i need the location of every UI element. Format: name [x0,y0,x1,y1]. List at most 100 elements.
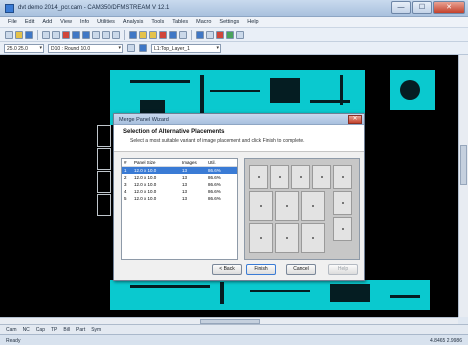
grid-icon[interactable] [169,30,177,39]
layer-icon[interactable] [129,30,137,39]
menu-help[interactable]: Help [247,19,258,25]
toolbar-separator [37,29,38,40]
menu-tools[interactable]: Tools [151,19,164,25]
chevron-down-icon: ▾ [118,44,121,51]
row-size: 12.0 x 10.0 [134,168,157,173]
coordinate-value: 25.0 25.0 [7,45,28,52]
column-header-num[interactable]: # [122,160,132,165]
help-button[interactable]: Help [328,264,358,275]
table-row[interactable]: 1 12.0 x 10.0 13 86.6% [122,167,237,174]
dialog-header: Selection of Alternative Placements Sele… [114,125,364,152]
zoom-out-icon[interactable] [82,30,90,39]
table-row[interactable]: 2 12.0 x 10.0 13 86.6% [122,174,237,181]
dialog-close-button[interactable]: ✕ [348,115,362,124]
table-row[interactable]: 5 12.0 x 10.0 13 86.6% [122,195,237,202]
highlight-icon[interactable] [139,30,147,39]
tab-cam[interactable]: Cam [6,327,17,333]
preview-image-cell [301,223,325,253]
preview-image-cell [333,191,352,215]
vertical-scrollbar[interactable] [458,55,468,317]
delete-icon[interactable] [159,30,167,39]
layer-select[interactable]: L1:Top_Layer_1 ▾ [151,43,221,53]
save-icon[interactable] [25,30,33,39]
horizontal-scrollbar[interactable] [0,317,458,324]
table-row[interactable]: 3 12.0 x 10.0 13 86.6% [122,181,237,188]
redraw-icon[interactable] [62,30,70,39]
menu-view[interactable]: View [60,19,72,25]
select-icon[interactable] [149,30,157,39]
row-images: 13 [182,189,188,194]
measure-icon[interactable] [179,30,187,39]
layer-value: L1:Top_Layer_1 [154,45,190,52]
pcb-trace [210,90,260,92]
layer-color-icon[interactable] [139,44,147,52]
menu-analysis[interactable]: Analysis [123,19,143,25]
print-icon[interactable] [236,30,244,39]
new-file-icon[interactable] [5,30,13,39]
panel-outline [97,148,111,170]
close-button[interactable]: ✕ [433,1,465,14]
title-bar: dvt demo 2014_pcr.cam - CAM350/DFMSTREAM… [0,0,468,17]
finish-button[interactable]: Finish [246,264,276,275]
panel-outline [97,171,111,193]
row-util: 86.6% [208,168,221,173]
menu-utilities[interactable]: Utilities [97,19,115,25]
menu-edit[interactable]: Edit [25,19,34,25]
pcb-trace [250,290,310,292]
menu-tables[interactable]: Tables [172,19,188,25]
window-controls: — ☐ ✕ [391,1,465,14]
pan-icon[interactable] [112,30,120,39]
tab-sym[interactable]: Sym [91,327,101,333]
row-num: 1 [124,168,127,173]
main-toolbar [0,28,468,42]
menu-add[interactable]: Add [42,19,52,25]
column-header-size[interactable]: Panel Size [132,160,182,165]
pcb-trace [220,282,224,304]
pcb-trace [130,80,190,83]
menu-macro[interactable]: Macro [196,19,211,25]
cut-icon[interactable] [216,30,224,39]
zoom-all-icon[interactable] [102,30,110,39]
zoom-window-icon[interactable] [92,30,100,39]
menu-info[interactable]: Info [80,19,89,25]
undo-icon[interactable] [42,30,50,39]
redo-icon[interactable] [52,30,60,39]
tab-cap[interactable]: Cap [36,327,45,333]
table-row[interactable]: 4 12.0 x 10.0 13 86.6% [122,188,237,195]
preview-image-cell [249,165,268,189]
row-num: 4 [124,189,127,194]
column-header-util[interactable]: Util. [208,160,236,165]
row-util: 86.6% [208,182,221,187]
aperture-icon[interactable] [127,44,135,52]
chevron-down-icon: ▾ [216,44,219,51]
placements-table: # Panel Size Images Util. 1 12.0 x 10.0 … [121,158,238,260]
panel-outline [97,125,111,147]
dialog-subtitle: Select a most suitable variant of image … [130,138,305,144]
copy-icon[interactable] [206,30,214,39]
menu-file[interactable]: File [8,19,17,25]
open-folder-icon[interactable] [15,30,23,39]
menu-bar: File Edit Add View Info Utilities Analys… [0,17,468,28]
tab-part[interactable]: Part [76,327,85,333]
move-icon[interactable] [196,30,204,39]
maximize-button[interactable]: ☐ [412,1,432,14]
tab-tp[interactable]: TP [51,327,57,333]
row-util: 86.6% [208,189,221,194]
scroll-thumb[interactable] [460,145,467,185]
tab-nc[interactable]: NC [23,327,30,333]
minimize-button[interactable]: — [391,1,411,14]
back-button[interactable]: < Back [212,264,242,275]
coordinate-field[interactable]: 25.0 25.0 ▾ [4,43,44,53]
pcb-trace [310,100,350,103]
row-num: 2 [124,175,127,180]
dcode-select[interactable]: D10 : Round 10.0 ▾ [48,43,123,53]
tab-bill[interactable]: Bill [63,327,70,333]
window-title: dvt demo 2014_pcr.cam - CAM350/DFMSTREAM… [18,5,170,11]
zoom-in-icon[interactable] [72,30,80,39]
column-header-images[interactable]: Images [182,160,208,165]
cancel-button[interactable]: Cancel [286,264,316,275]
run-icon[interactable] [226,30,234,39]
menu-settings[interactable]: Settings [219,19,239,25]
chevron-down-icon: ▾ [39,44,42,51]
preview-image-cell [333,217,352,241]
